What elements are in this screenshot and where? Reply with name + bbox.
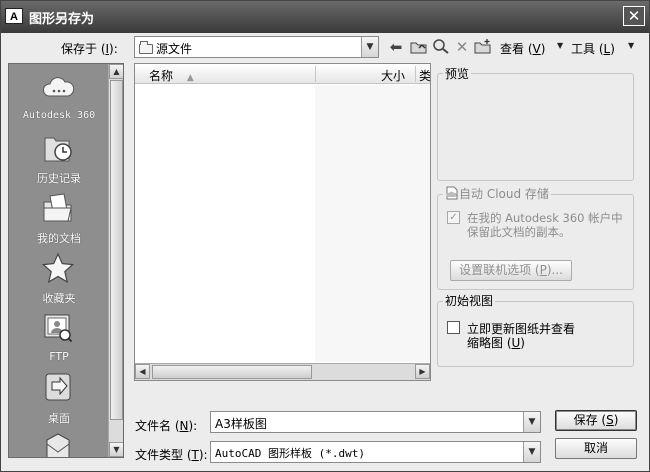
- file-list-header: 名称 ▲ 大小 类: [135, 64, 430, 84]
- place-label: FTP: [49, 350, 69, 363]
- folder-icon: [41, 432, 75, 457]
- chevron-down-icon: ▼: [528, 417, 536, 427]
- col-size-header[interactable]: 大小: [381, 67, 405, 84]
- filename-label: 文件名 (N):: [135, 419, 198, 433]
- cloud-storage-title: 自动 Cloud 存储: [443, 185, 551, 202]
- sort-ascending-icon: ▲: [186, 73, 194, 83]
- places-scroll-thumb[interactable]: [110, 80, 123, 420]
- save-in-label: 保存于 (I):: [61, 42, 118, 56]
- preview-title: 预览: [443, 65, 472, 82]
- filename-input[interactable]: A3样板图 ▼: [210, 411, 541, 433]
- column-separator[interactable]: [415, 66, 416, 82]
- preview-group: [437, 73, 634, 181]
- keep-copy-checkbox[interactable]: ✓: [447, 211, 460, 224]
- cancel-button[interactable]: 取消: [555, 438, 637, 459]
- scroll-right-icon[interactable]: ▶: [415, 364, 430, 379]
- up-folder-icon[interactable]: [410, 38, 428, 56]
- title-bar[interactable]: A 图形另存为 ✕: [1, 1, 649, 33]
- place-label: 桌面: [48, 412, 70, 425]
- close-button[interactable]: ✕: [623, 6, 645, 26]
- chevron-down-icon: ▼: [528, 447, 536, 457]
- file-list-hscrollbar[interactable]: ◀ ▶: [135, 363, 430, 380]
- filetype-value: AutoCAD 图形样板 (*.dwt): [215, 447, 365, 460]
- places-bar: Autodesk 360 历史记录 我的文档 收藏夹 FTP 桌面 ▲ ▼: [8, 63, 124, 458]
- tools-caret-icon: ▼: [628, 41, 635, 50]
- close-icon: ✕: [627, 7, 641, 25]
- filename-dropdown-arrow[interactable]: ▼: [523, 412, 540, 432]
- initial-view-title: 初始视图: [443, 292, 496, 309]
- filetype-dropdown-arrow[interactable]: ▼: [523, 442, 540, 462]
- update-thumbnail-label-line2: 缩略图 (U): [467, 336, 525, 350]
- online-options-button[interactable]: 设置联机选项 (P)...: [450, 260, 572, 281]
- update-thumbnail-checkbox[interactable]: [447, 321, 460, 334]
- col-name-header[interactable]: 名称 ▲: [149, 67, 194, 84]
- favorites-icon: [41, 252, 75, 284]
- col-type-header[interactable]: 类: [419, 67, 430, 84]
- autocad-app-icon: A: [5, 8, 23, 24]
- new-folder-icon[interactable]: [474, 38, 492, 56]
- place-label: 收藏夹: [42, 292, 76, 305]
- dialog-title: 图形另存为: [29, 12, 95, 27]
- save-in-dropdown-arrow[interactable]: ▼: [361, 37, 378, 57]
- views-caret-icon: ▼: [557, 41, 564, 50]
- cloud-icon: [41, 72, 75, 104]
- back-icon[interactable]: ⬅: [387, 38, 405, 56]
- ftp-icon: [41, 312, 75, 344]
- chevron-down-icon: ▼: [366, 42, 374, 52]
- views-menu[interactable]: 查看 (V): [500, 40, 545, 57]
- place-label: Autodesk 360: [22, 110, 96, 121]
- file-list[interactable]: 名称 ▲ 大小 类 ◀ ▶: [134, 63, 431, 381]
- desktop-icon: [41, 372, 75, 404]
- history-icon: [41, 132, 75, 164]
- hscroll-thumb[interactable]: [152, 365, 312, 379]
- size-column-area: [315, 85, 430, 362]
- save-in-combo[interactable]: 源文件 ▼: [134, 36, 379, 58]
- place-label: 历史记录: [37, 172, 81, 185]
- search-web-icon[interactable]: [432, 38, 450, 56]
- keep-copy-label-line2: 保留此文档的副本。: [467, 225, 571, 239]
- save-in-value: 源文件: [156, 42, 193, 56]
- tools-menu[interactable]: 工具 (L): [571, 40, 615, 57]
- column-separator[interactable]: [315, 66, 316, 82]
- cloud-document-icon: [445, 186, 459, 200]
- place-desktop[interactable]: 桌面: [9, 372, 109, 432]
- place-history[interactable]: 历史记录: [9, 132, 109, 192]
- scroll-down-icon[interactable]: ▼: [109, 442, 123, 457]
- places-scrollbar[interactable]: ▲ ▼: [108, 64, 123, 457]
- filename-value: A3样板图: [215, 417, 267, 431]
- documents-icon: [41, 192, 75, 224]
- save-drawing-dialog: A 图形另存为 ✕ 保存于 (I): 源文件 ▼ ⬅ ✕ 查看 (V) ▼ 工具…: [0, 0, 650, 472]
- scroll-up-icon[interactable]: ▲: [109, 64, 123, 79]
- place-favorites[interactable]: 收藏夹: [9, 252, 109, 312]
- place-autodesk-360[interactable]: Autodesk 360: [9, 72, 109, 132]
- filetype-label: 文件类型 (T):: [135, 448, 208, 462]
- save-button[interactable]: 保存 (S): [555, 410, 637, 431]
- place-my-documents[interactable]: 我的文档: [9, 192, 109, 252]
- place-label: 我的文档: [37, 232, 81, 245]
- filetype-select[interactable]: AutoCAD 图形样板 (*.dwt) ▼: [210, 441, 541, 463]
- folder-icon: [139, 41, 153, 54]
- delete-icon[interactable]: ✕: [453, 38, 471, 56]
- scroll-left-icon[interactable]: ◀: [135, 364, 150, 379]
- place-partial-item[interactable]: [9, 432, 109, 457]
- place-ftp[interactable]: FTP: [9, 312, 109, 372]
